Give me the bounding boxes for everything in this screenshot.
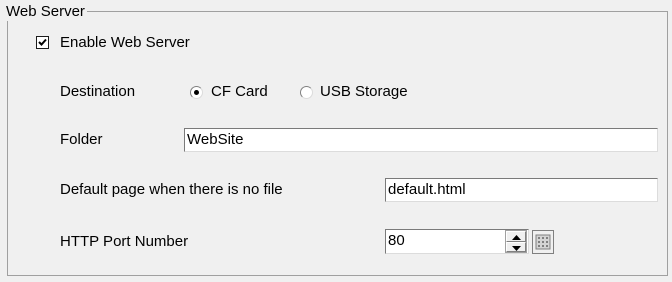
default-page-label: Default page when there is no file [60, 181, 283, 198]
folder-input[interactable]: WebSite [184, 128, 658, 152]
triangle-up-icon [512, 235, 521, 240]
triangle-down-icon [512, 245, 521, 251]
enable-web-server-label[interactable]: Enable Web Server [60, 34, 190, 52]
keypad-button[interactable] [532, 230, 554, 254]
destination-label: Destination [60, 83, 136, 100]
folder-label: Folder [60, 131, 103, 148]
groupbox-title: Web Server [4, 3, 87, 21]
enable-web-server-checkbox[interactable] [36, 36, 49, 49]
radio-cf-card-label[interactable]: CF Card [211, 83, 268, 101]
radio-usb-storage-label[interactable]: USB Storage [320, 83, 408, 101]
spin-down-button[interactable] [506, 241, 526, 252]
radio-usb-storage[interactable] [300, 86, 313, 99]
keypad-icon [535, 234, 551, 250]
http-port-spinner[interactable] [505, 230, 527, 253]
spin-up-button[interactable] [506, 231, 526, 242]
checkmark-icon [38, 38, 47, 46]
radio-cf-card[interactable] [190, 86, 203, 99]
radio-selected-dot [194, 90, 199, 95]
default-page-input[interactable]: default.html [385, 178, 658, 202]
http-port-label: HTTP Port Number [60, 233, 189, 250]
